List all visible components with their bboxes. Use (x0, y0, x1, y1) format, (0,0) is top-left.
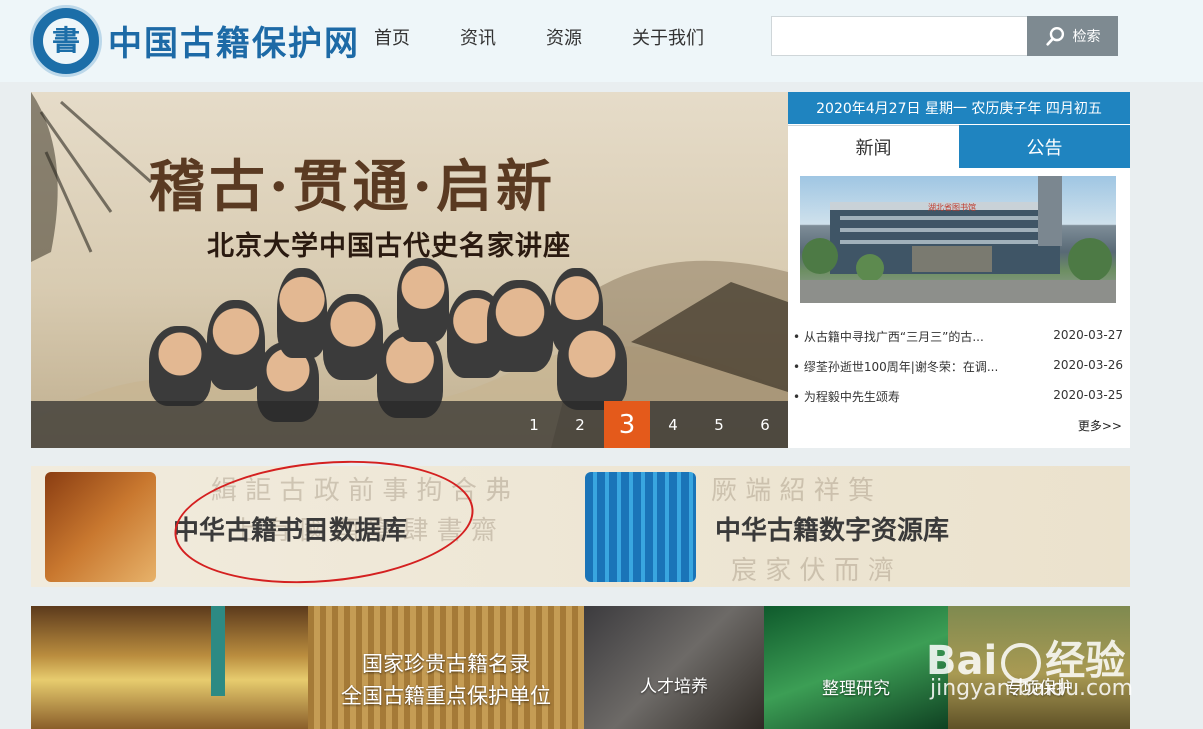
tile-research-label: 整理研究 (822, 679, 890, 699)
slide-indicator-5[interactable]: 5 (696, 401, 742, 448)
tile-ancient-books[interactable] (31, 606, 308, 729)
watermark-url: jingyan.baidu.com (930, 676, 1134, 701)
bookmark-ribbon (211, 606, 225, 696)
search-button-label: 检索 (1072, 29, 1101, 45)
slide-indicator-2[interactable]: 2 (557, 401, 603, 448)
tab-news[interactable]: 新闻 (788, 125, 959, 168)
search-icon (1045, 27, 1064, 46)
site-header: 書 中国古籍保护网 首页 资讯 资源 关于我们 检索 (0, 0, 1203, 82)
news-item-title: • 为程毅中先生颂寿 (793, 390, 900, 404)
nav-about[interactable]: 关于我们 (632, 24, 704, 50)
tile-talent-training[interactable]: 人才培养 (584, 606, 764, 729)
building-sign: 湖北省图书馆 (928, 202, 976, 212)
slide-indicator-3[interactable]: 3 (604, 401, 650, 448)
library-building-image: 湖北省图书馆 (800, 176, 1116, 303)
nav-home[interactable]: 首页 (374, 24, 410, 50)
scholar-photo (149, 326, 211, 406)
scholar-photo (323, 294, 383, 380)
tab-notices[interactable]: 公告 (959, 125, 1130, 168)
background-calligraphy: 宸 家 伏 而 濟 (731, 556, 895, 586)
bibliography-db-thumbnail[interactable] (45, 472, 156, 582)
logo-emblem: 書 (43, 18, 89, 64)
nav-resources[interactable]: 资源 (546, 24, 582, 50)
tile-talent-label: 人才培养 (640, 677, 708, 697)
search-button[interactable]: 检索 (1027, 16, 1118, 56)
tile-national-catalog-label: 国家珍贵古籍名录 全国古籍重点保护单位 (308, 648, 584, 712)
digital-resources-thumbnail[interactable] (585, 472, 696, 582)
news-item-date: 2020-03-25 (1053, 388, 1123, 402)
slide-indicator-1[interactable]: 1 (511, 401, 557, 448)
site-title[interactable]: 中国古籍保护网 (108, 16, 360, 65)
hero-banner[interactable]: 稽古·贯通·启新 北京大学中国古代史名家讲座 1 2 3 4 5 6 (31, 92, 788, 448)
news-item-date: 2020-03-27 (1053, 328, 1123, 342)
search-input[interactable] (771, 16, 1028, 56)
tile-national-catalog-line2: 全国古籍重点保护单位 (341, 684, 551, 708)
banner-heading: 稽古·贯通·启新 (149, 154, 556, 220)
tile-national-catalog-line1: 国家珍贵古籍名录 (362, 652, 530, 676)
scholar-photo (397, 258, 449, 342)
more-news-link[interactable]: 更多>> (1078, 417, 1122, 434)
site-logo[interactable]: 書 (30, 5, 102, 77)
digital-resources-db-link[interactable]: 中华古籍数字资源库 (715, 510, 949, 547)
slider-bar: 1 2 3 4 5 6 (31, 401, 788, 448)
scholar-photo (557, 324, 627, 410)
news-item-title: • 从古籍中寻找广西“三月三”的古... (793, 330, 984, 344)
scholar-photo (277, 268, 327, 358)
tile-research[interactable]: 整理研究 (764, 606, 948, 729)
tile-national-catalog[interactable]: 国家珍贵古籍名录 全国古籍重点保护单位 (308, 606, 584, 729)
news-panel: 2020年4月27日 星期一 农历庚子年 四月初五 新闻 公告 湖北省图书馆 •… (788, 92, 1130, 448)
nav-news[interactable]: 资讯 (460, 24, 496, 50)
scholar-photo (487, 280, 553, 372)
slide-indicator-6[interactable]: 6 (742, 401, 788, 448)
news-item-date: 2020-03-26 (1053, 358, 1123, 372)
background-calligraphy: 厥 端 紹 祥 箕 (711, 476, 875, 506)
slide-indicator-4[interactable]: 4 (650, 401, 696, 448)
news-item-title: • 缪荃孙逝世100周年|谢冬荣：在调... (793, 360, 999, 374)
date-bar: 2020年4月27日 星期一 农历庚子年 四月初五 (788, 92, 1130, 124)
banner-subheading: 北京大学中国古代史名家讲座 (207, 231, 571, 262)
news-photo[interactable]: 湖北省图书馆 (800, 176, 1116, 303)
